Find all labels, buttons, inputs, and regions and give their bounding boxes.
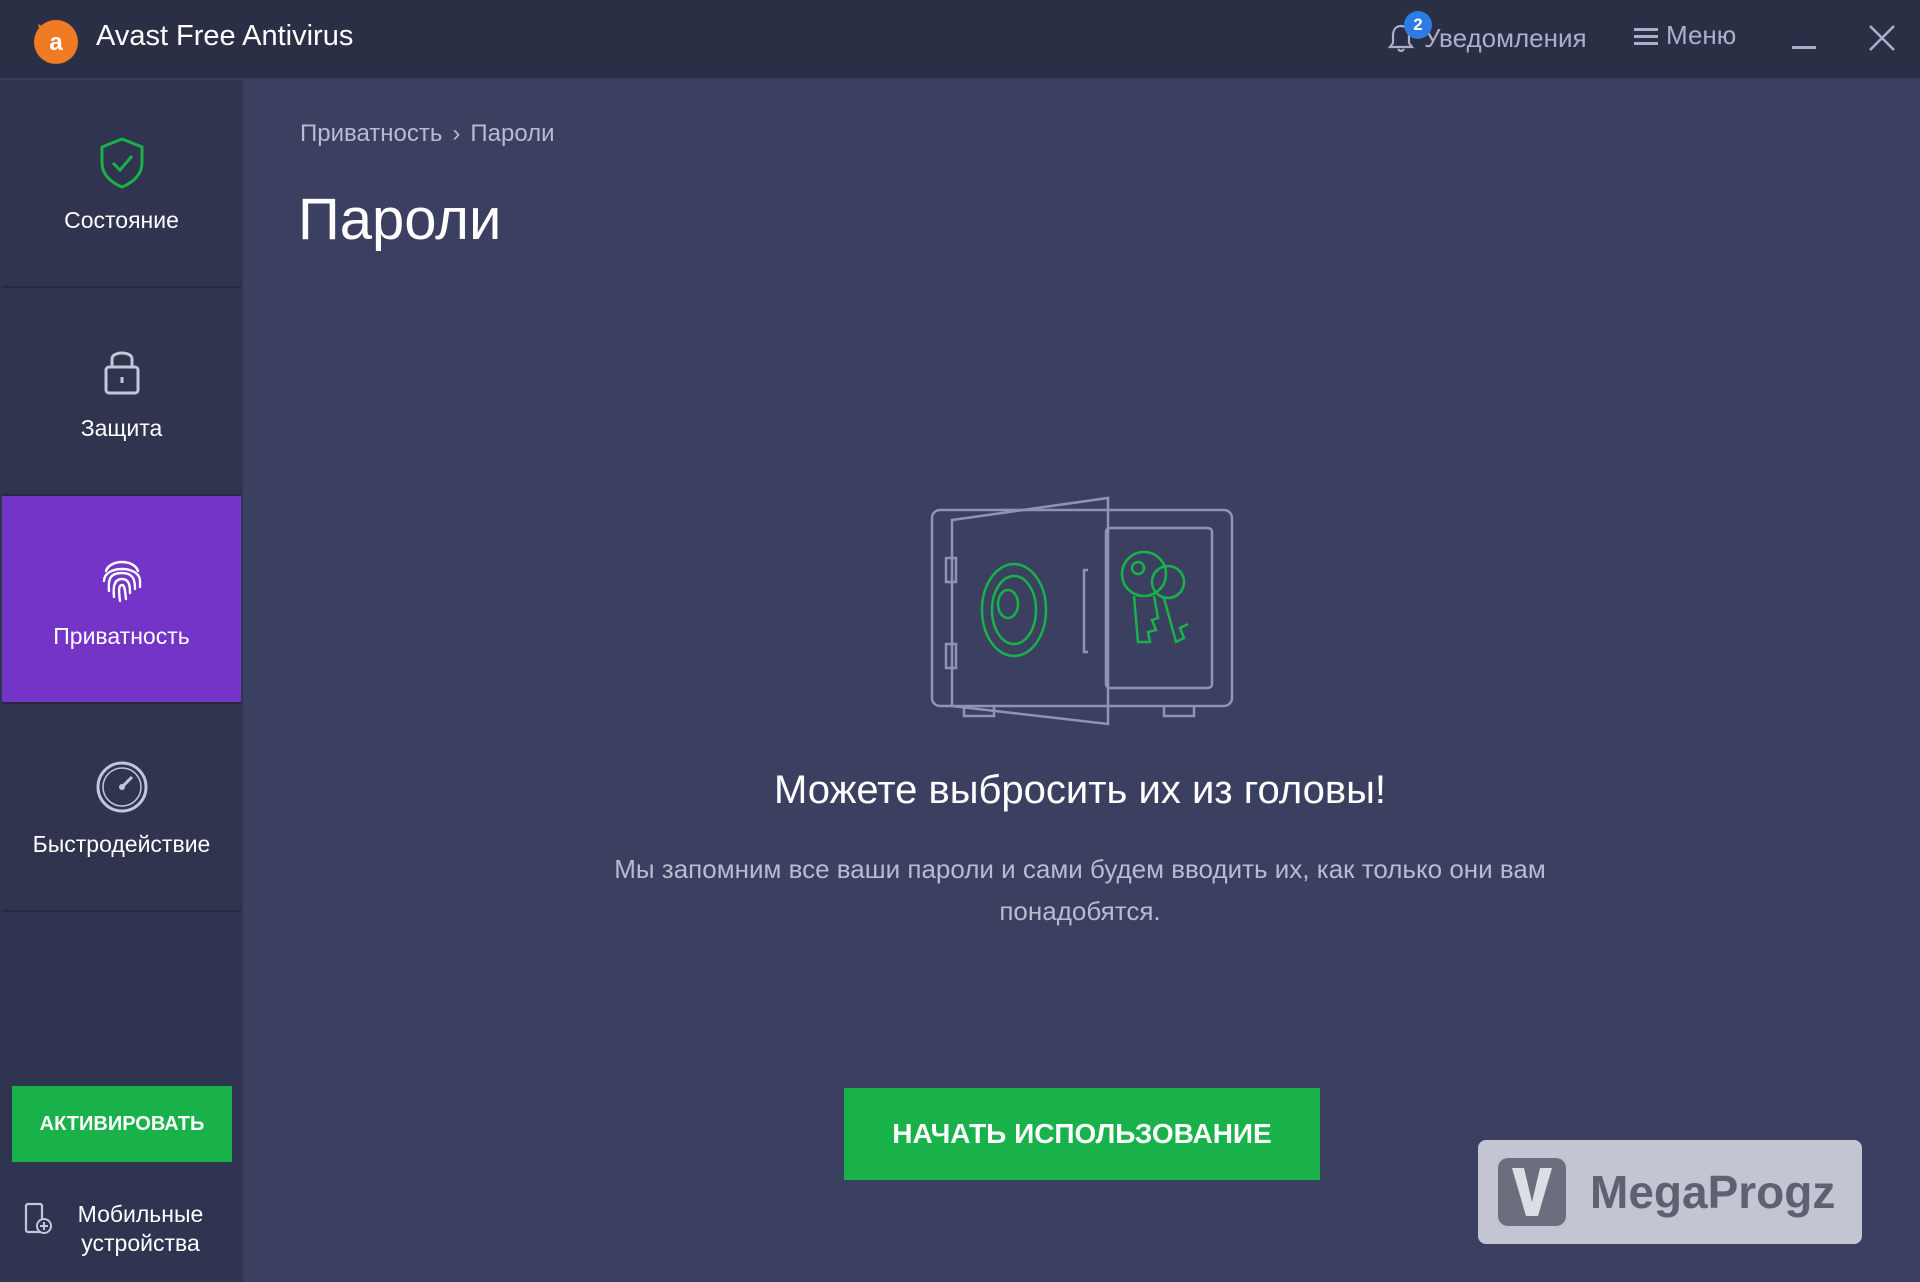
sidebar-item-performance[interactable]: Быстродействие	[2, 704, 241, 912]
minimize-button[interactable]	[1792, 46, 1816, 49]
breadcrumb-item-passwords: Пароли	[470, 120, 555, 147]
sidebar-item-privacy[interactable]: Приватность	[2, 496, 241, 704]
chevron-right-icon: ›	[452, 120, 461, 147]
safe-illustration-icon	[930, 496, 1234, 726]
breadcrumb-item-privacy[interactable]: Приватность	[300, 120, 442, 147]
sidebar: Состояние Защита Приватность Быстродейст…	[0, 80, 243, 1282]
menu-label: Меню	[1666, 20, 1737, 50]
start-using-button[interactable]: НАЧАТЬ ИСПОЛЬЗОВАНИЕ	[844, 1088, 1320, 1180]
sidebar-item-status[interactable]: Состояние	[2, 80, 241, 288]
avast-logo-icon: a	[34, 20, 78, 64]
sidebar-item-label: Приватность	[53, 622, 190, 649]
shield-check-icon	[100, 136, 143, 189]
fingerprint-icon	[102, 560, 141, 602]
mobile-devices-link[interactable]: Мобильные устройства	[0, 1200, 243, 1270]
headline: Можете выбросить их из головы!	[774, 768, 1386, 812]
title-bar: a Avast Free Antivirus 2 Уведомления Мен…	[0, 0, 1920, 78]
svg-text:a: a	[49, 29, 63, 56]
watermark: MegaProgz	[1478, 1140, 1862, 1244]
mobile-devices-label: Мобильные устройства	[77, 1201, 204, 1256]
page-title: Пароли	[298, 187, 502, 252]
menu-button[interactable]: Меню	[1634, 20, 1736, 51]
notifications-label: Уведомления	[1424, 22, 1587, 53]
app-window: a Avast Free Antivirus 2 Уведомления Мен…	[0, 0, 1920, 1282]
breadcrumb: Приватность › Пароли	[300, 120, 555, 148]
sidebar-item-label: Быстродействие	[32, 830, 211, 857]
bell-icon: 2	[1384, 11, 1432, 55]
watermark-text: MegaProgz	[1590, 1166, 1836, 1218]
speedometer-icon	[96, 761, 147, 812]
close-icon[interactable]	[1866, 22, 1898, 54]
hamburger-icon	[1634, 25, 1658, 47]
lock-icon	[104, 351, 139, 394]
sidebar-item-protection[interactable]: Защита	[2, 288, 241, 496]
app-title: Avast Free Antivirus	[96, 20, 354, 52]
sidebar-item-label: Состояние	[64, 206, 179, 233]
activate-button[interactable]: АКТИВИРОВАТЬ	[12, 1086, 232, 1162]
notifications-badge: 2	[1404, 11, 1432, 39]
mobile-add-icon	[24, 1202, 52, 1234]
description: Мы запомним все ваши пароли и сами будем…	[614, 854, 1546, 926]
notifications-button[interactable]: 2 Уведомления	[1384, 11, 1587, 58]
megaprogz-logo-icon	[1498, 1158, 1566, 1226]
sidebar-item-label: Защита	[80, 414, 163, 441]
